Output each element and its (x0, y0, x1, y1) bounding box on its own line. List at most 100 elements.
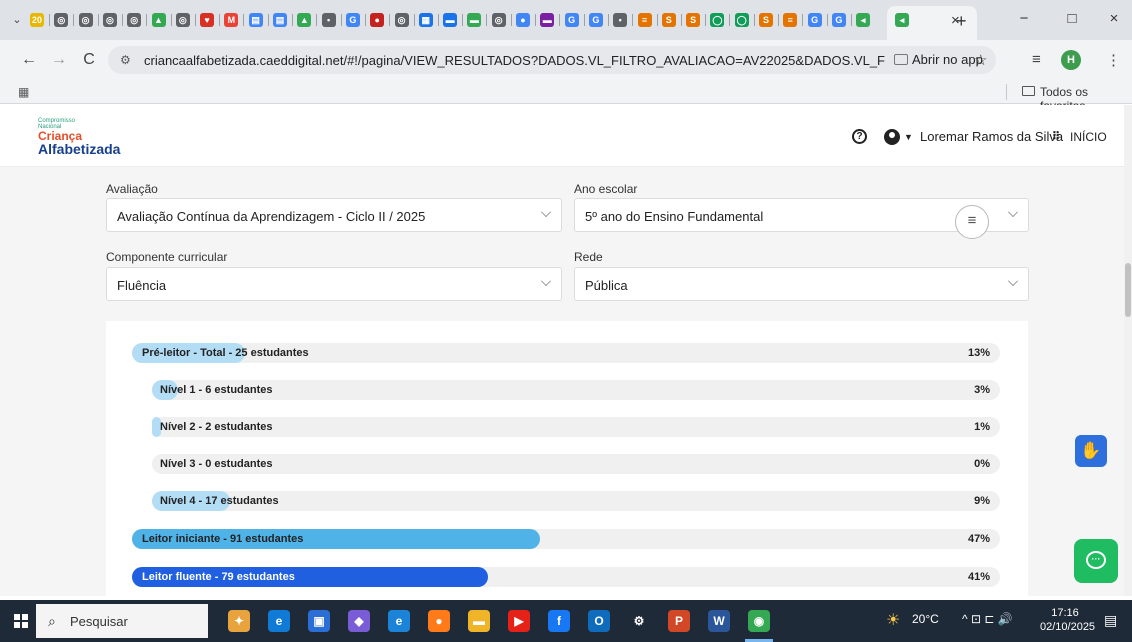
tab-favicon-icon[interactable]: M (224, 13, 239, 27)
componente-label: Componente curricular (106, 250, 228, 264)
taskbar-copilot-app-icon[interactable]: ◆ (348, 610, 370, 632)
omnibox[interactable]: ⚙ criancaalfabetizada.caeddigital.net/#!… (108, 46, 996, 74)
user-avatar-icon (884, 129, 900, 145)
tab-separator (389, 14, 391, 26)
tab-favicon-icon[interactable]: S (686, 13, 701, 27)
taskbar-store-icon[interactable]: ▣ (308, 610, 330, 632)
site-info-icon[interactable]: ⚙ (120, 53, 131, 67)
taskbar-word-icon[interactable]: W (708, 610, 730, 632)
tab-favicon-icon[interactable]: ▲ (297, 13, 312, 27)
tab-favicon-icon[interactable]: 20 (30, 13, 44, 27)
taskbar-powerpoint-icon[interactable]: P (668, 610, 690, 632)
tab-favicon-icon[interactable]: ◎ (175, 13, 190, 27)
minimize-button[interactable]: − (1014, 10, 1034, 27)
taskbar-outlook-icon[interactable]: O (588, 610, 610, 632)
rede-select[interactable]: Pública (574, 267, 1029, 301)
tab-favicon-icon[interactable]: ◎ (394, 13, 409, 27)
media-control-icon[interactable]: ≡ (1032, 51, 1041, 68)
tab-favicon-icon[interactable]: ◎ (54, 13, 69, 27)
more-menu-icon[interactable]: ⋮ (1106, 51, 1121, 69)
reload-button[interactable]: C (80, 51, 98, 69)
taskbar-copilot-icon[interactable]: ✦ (228, 610, 250, 632)
tab-favicon-icon[interactable]: ▤ (273, 13, 287, 27)
tab-favicon-icon[interactable]: ≡ (783, 13, 798, 27)
tab-favicon-icon[interactable]: G (345, 13, 360, 27)
user-menu[interactable]: ▼ Loremar Ramos da Silva (884, 128, 1063, 146)
taskbar-chrome-icon[interactable]: ◉ (748, 610, 770, 632)
weather-widget[interactable]: ☀ 20°C (886, 612, 939, 629)
taskbar-search-box[interactable]: ⌕ Pesquisar (36, 604, 208, 638)
tab-favicon-icon[interactable]: ● (370, 13, 385, 27)
rede-value: Pública (585, 278, 628, 293)
tab-separator (170, 14, 172, 26)
tab-favicon-icon[interactable]: ◯ (710, 13, 725, 27)
taskbar-ie-icon[interactable]: e (388, 610, 410, 632)
tab-separator (121, 14, 123, 26)
open-in-app-label: Abrir no app (912, 52, 983, 67)
avaliacao-select[interactable]: Avaliação Contínua da Aprendizagem - Cic… (106, 198, 562, 232)
home-label: INÍCIO (1070, 130, 1107, 144)
tab-favicon-icon[interactable]: ▦ (418, 13, 433, 27)
page-scrollbar[interactable] (1124, 105, 1132, 596)
tab-favicon-icon[interactable]: S (661, 13, 676, 27)
tab-separator (607, 14, 609, 26)
tab-favicon-icon[interactable]: • (613, 13, 628, 27)
tab-favicon-icon[interactable]: ≡ (637, 13, 652, 27)
taskbar-youtube-icon[interactable]: ▶ (508, 610, 530, 632)
url-text[interactable]: criancaalfabetizada.caeddigital.net/#!/p… (144, 53, 886, 68)
windows-start-icon[interactable] (14, 614, 28, 628)
tab-favicon-icon[interactable]: ♥ (200, 13, 215, 27)
tab-favicon-icon[interactable]: S (759, 13, 773, 27)
tab-favicon-icon[interactable]: G (588, 13, 603, 27)
new-tab-button[interactable]: + (956, 11, 967, 32)
result-label: Pré-leitor - Total - 25 estudantes (142, 347, 309, 359)
tab-favicon-icon[interactable]: G (807, 13, 822, 27)
help-icon[interactable]: ? (852, 129, 867, 144)
home-button[interactable]: ⠿ INÍCIO (1052, 129, 1107, 145)
tab-favicon-icon[interactable]: ◯ (734, 13, 749, 27)
tab-favicon-icon[interactable]: ◎ (127, 13, 142, 27)
taskbar-firefox-icon[interactable]: ● (428, 610, 450, 632)
taskbar-facebook-icon[interactable]: f (548, 610, 570, 632)
maximize-button[interactable]: □ (1062, 10, 1082, 27)
tab-favicon-icon[interactable]: • (321, 13, 336, 27)
bookmark-star-icon[interactable]: ☆ (974, 51, 987, 69)
componente-select[interactable]: Fluência (106, 267, 562, 301)
back-button[interactable]: ← (20, 51, 38, 69)
tab-favicon-icon[interactable]: ● (516, 13, 530, 27)
profile-avatar[interactable]: H (1061, 50, 1081, 70)
taskbar-settings-icon[interactable]: ⚙ (628, 610, 650, 632)
tab-separator (705, 14, 707, 26)
notification-icon[interactable]: ▤ (1104, 612, 1117, 629)
accessibility-button[interactable]: ✋ (1075, 435, 1107, 467)
result-row: Nível 3 - 0 estudantes 0% (152, 454, 1000, 474)
system-tray[interactable]: ^ ⊡ ⊏ 🔊 (962, 612, 1013, 626)
tab-favicon-icon[interactable]: G (831, 13, 846, 27)
site-logo[interactable]: Compromisso Nacional Criança Alfabetizad… (38, 118, 138, 158)
chat-button[interactable]: ··· (1074, 539, 1118, 583)
tab-favicon-icon[interactable]: ◎ (78, 13, 93, 27)
tab-favicon-icon[interactable]: ▬ (467, 13, 482, 27)
apps-grid-icon[interactable]: ▦ (18, 85, 29, 99)
forward-button[interactable]: → (50, 51, 68, 69)
user-name: Loremar Ramos da Silva (920, 129, 1064, 144)
tab-search-icon[interactable]: ⌄ (10, 13, 24, 27)
tab-favicon-icon[interactable]: ▲ (151, 13, 166, 27)
scrollbar-thumb[interactable] (1125, 263, 1131, 317)
taskbar-clock[interactable]: 17:16 02/10/2025 (1040, 606, 1095, 634)
folder-icon (1022, 86, 1035, 96)
rede-label: Rede (574, 250, 603, 264)
taskbar-files-icon[interactable]: ▬ (468, 610, 490, 632)
tab-favicon-icon[interactable]: ▬ (540, 13, 555, 27)
tab-favicon-icon[interactable]: ▤ (248, 13, 263, 27)
bookmarks-bar: ▦ Todos os favoritos (0, 80, 1132, 113)
tab-favicon-icon[interactable]: ◂ (856, 13, 871, 27)
filter-button[interactable]: ≡ (955, 205, 989, 239)
tab-favicon-icon[interactable]: ▬ (443, 13, 458, 27)
tab-favicon-icon[interactable]: G (564, 13, 579, 27)
close-window-button[interactable]: × (1104, 10, 1124, 27)
taskbar-edge-icon[interactable]: e (268, 610, 290, 632)
tab-favicon-icon[interactable]: ◎ (491, 13, 506, 27)
tab-favicon-icon[interactable]: ◎ (102, 13, 117, 27)
ano-escolar-value: 5º ano do Ensino Fundamental (585, 209, 764, 224)
